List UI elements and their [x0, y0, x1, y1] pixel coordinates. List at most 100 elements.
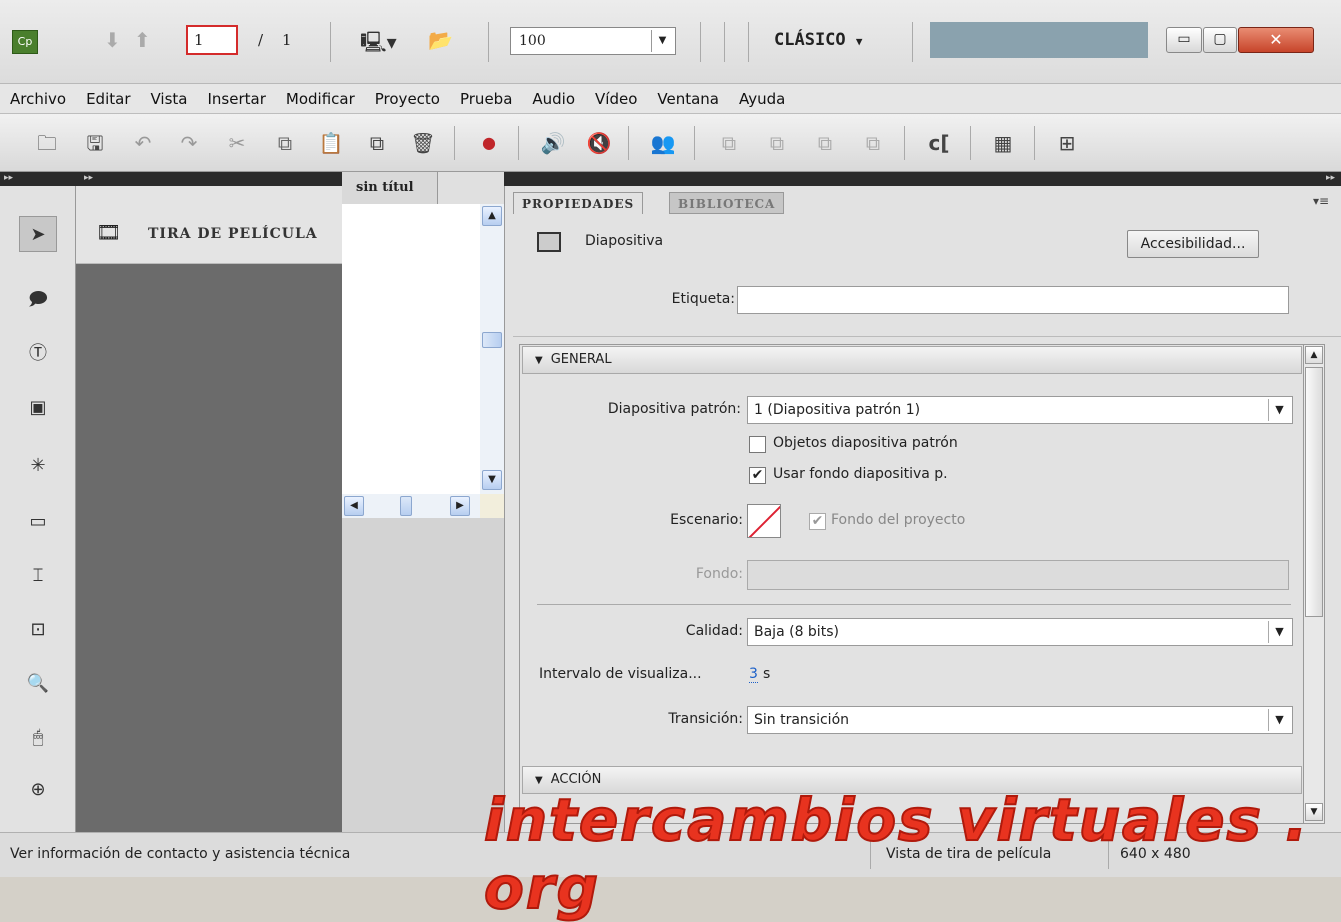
properties-scrollbar[interactable]: ▲ ▼ [1303, 344, 1325, 824]
menu-proyecto[interactable]: Proyecto [365, 85, 450, 113]
publish-icon[interactable]: 📂 [428, 28, 453, 52]
paste-icon[interactable]: 📋 [318, 130, 344, 156]
project-bg-checkbox[interactable]: ✔ [809, 513, 826, 530]
scroll-thumb[interactable] [400, 496, 412, 516]
search-box[interactable] [930, 22, 1148, 58]
cut-icon[interactable]: ✂ [224, 130, 250, 156]
transition-select[interactable]: Sin transición ▼ [747, 706, 1293, 734]
menu-editar[interactable]: Editar [76, 85, 140, 113]
vertical-scrollbar[interactable]: ▲ ▼ [480, 204, 504, 494]
zoom-select[interactable]: 100 ▼ [510, 27, 676, 55]
stage-label: Escenario: [670, 512, 743, 528]
previous-slide-icon[interactable]: ⬇ [104, 28, 121, 52]
accessibility-button[interactable]: Accesibilidad... [1127, 230, 1259, 258]
users-icon[interactable]: 👥 [650, 130, 676, 156]
save-icon[interactable]: 🖫 [82, 130, 108, 156]
document-tab[interactable]: sin títul [342, 172, 438, 204]
menu-ayuda[interactable]: Ayuda [729, 85, 795, 113]
scroll-thumb[interactable] [1305, 367, 1323, 617]
scroll-left-button[interactable]: ◀ [344, 496, 364, 516]
menu-ventana[interactable]: Ventana [647, 85, 729, 113]
rollover-slidelet-tool-icon[interactable]: ⊡ [19, 612, 57, 648]
expand-icon[interactable]: ▸▸ [84, 173, 93, 183]
undo-icon[interactable]: ↶ [130, 130, 156, 156]
properties-panel: PROPIEDADES BIBLIOTECA ▾≡ Diapositiva Ac… [504, 186, 1341, 832]
panel-menu-icon[interactable]: ▾≡ [1313, 194, 1329, 208]
tab-properties[interactable]: PROPIEDADES [513, 192, 644, 214]
use-master-bg-checkbox[interactable]: ✔ [749, 467, 766, 484]
page-total: 1 [282, 31, 292, 49]
master-objects-label: Objetos diapositiva patrón [773, 435, 958, 451]
delete-icon[interactable]: 🗑 [410, 130, 436, 156]
expand-icon[interactable]: ▸▸ [4, 173, 13, 183]
copy-icon[interactable]: ⧉ [272, 130, 298, 156]
grid-icon[interactable]: ▦ [990, 130, 1016, 156]
background-field[interactable] [747, 560, 1289, 590]
send-to-back-icon[interactable]: ⧉ [860, 130, 886, 156]
master-slide-value: 1 (Diapositiva patrón 1) [754, 402, 921, 418]
expand-icon[interactable]: ▸▸ [1326, 173, 1335, 183]
master-slide-select[interactable]: 1 (Diapositiva patrón 1) ▼ [747, 396, 1293, 424]
menu-modificar[interactable]: Modificar [276, 85, 365, 113]
menu-audio[interactable]: Audio [522, 85, 585, 113]
label-input[interactable] [737, 286, 1289, 314]
filmstrip-icon: 🎞 [96, 220, 122, 244]
text-entry-tool-icon[interactable]: ⌶ [19, 558, 57, 594]
record-icon[interactable]: ● [476, 130, 502, 156]
maximize-button[interactable]: ▢ [1203, 27, 1237, 53]
filmstrip-title: TIRA DE PELÍCULA [148, 226, 318, 242]
scroll-right-button[interactable]: ▶ [450, 496, 470, 516]
scroll-down-button[interactable]: ▼ [482, 470, 502, 490]
rollover-caption-tool-icon[interactable]: Ⓣ [19, 336, 57, 372]
preview-icon[interactable]: 🖳▾ [360, 28, 397, 62]
mouse-tool-icon[interactable]: 🖱 [19, 720, 57, 756]
horizontal-scrollbar[interactable]: ◀ ▶ [342, 494, 480, 518]
tab-library[interactable]: BIBLIOTECA [669, 192, 785, 214]
page-number-input[interactable]: 1 [186, 25, 238, 55]
scroll-thumb[interactable] [482, 332, 502, 348]
collapse-icon: ▼ [535, 775, 543, 786]
align-icon[interactable]: c[ [926, 130, 952, 156]
slide-icon [537, 232, 561, 252]
next-slide-icon[interactable]: ⬆ [134, 28, 151, 52]
bring-to-front-icon[interactable]: ⧉ [812, 130, 838, 156]
general-section-header[interactable]: ▼ GENERAL [522, 346, 1302, 374]
quality-select[interactable]: Baja (8 bits) ▼ [747, 618, 1293, 646]
scroll-up-button[interactable]: ▲ [1305, 346, 1323, 364]
send-backward-icon[interactable]: ⧉ [764, 130, 790, 156]
interval-value[interactable]: 3 [749, 666, 758, 683]
mute-icon[interactable]: 🔇 [586, 130, 612, 156]
snap-icon[interactable]: ⊞ [1054, 130, 1080, 156]
minimize-button[interactable]: ▭ [1166, 27, 1202, 53]
menu-insertar[interactable]: Insertar [198, 85, 276, 113]
open-folder-icon[interactable]: 🗀 [34, 130, 60, 156]
button-tool-icon[interactable]: ▭ [19, 504, 57, 540]
stage-color-swatch[interactable] [747, 504, 781, 538]
menu-video[interactable]: Vídeo [585, 85, 647, 113]
master-objects-checkbox[interactable] [749, 436, 766, 453]
scroll-up-button[interactable]: ▲ [482, 206, 502, 226]
divider [537, 604, 1291, 605]
zoom-area-tool-icon[interactable]: 🔍 [19, 666, 57, 702]
label-field-label: Etiqueta: [671, 291, 735, 307]
close-button[interactable]: ✕ [1238, 27, 1314, 53]
duplicate-icon[interactable]: ⧉ [364, 130, 390, 156]
widget-tool-icon[interactable]: ⊕ [19, 772, 57, 808]
menu-archivo[interactable]: Archivo [0, 85, 76, 113]
select-tool-icon[interactable]: ➤ [19, 216, 57, 252]
status-help-text[interactable]: Ver información de contacto y asistencia… [10, 846, 350, 862]
page-separator: / [258, 31, 264, 49]
bring-forward-icon[interactable]: ⧉ [716, 130, 742, 156]
menu-vista[interactable]: Vista [141, 85, 198, 113]
click-box-tool-icon[interactable]: ✳ [19, 448, 57, 484]
filmstrip-header: 🎞 TIRA DE PELÍCULA [76, 186, 342, 264]
audio-icon[interactable]: 🔊 [540, 130, 566, 156]
menu-prueba[interactable]: Prueba [450, 85, 522, 113]
redo-icon[interactable]: ↷ [176, 130, 202, 156]
canvas[interactable] [342, 204, 480, 494]
chevron-down-icon: ▼ [1268, 709, 1290, 731]
quality-value: Baja (8 bits) [754, 624, 839, 640]
text-caption-tool-icon[interactable]: 🗩 [19, 282, 57, 318]
workspace-switcher[interactable]: CLÁSICO ▼ [774, 30, 863, 50]
highlight-box-tool-icon[interactable]: ▣ [19, 390, 57, 426]
